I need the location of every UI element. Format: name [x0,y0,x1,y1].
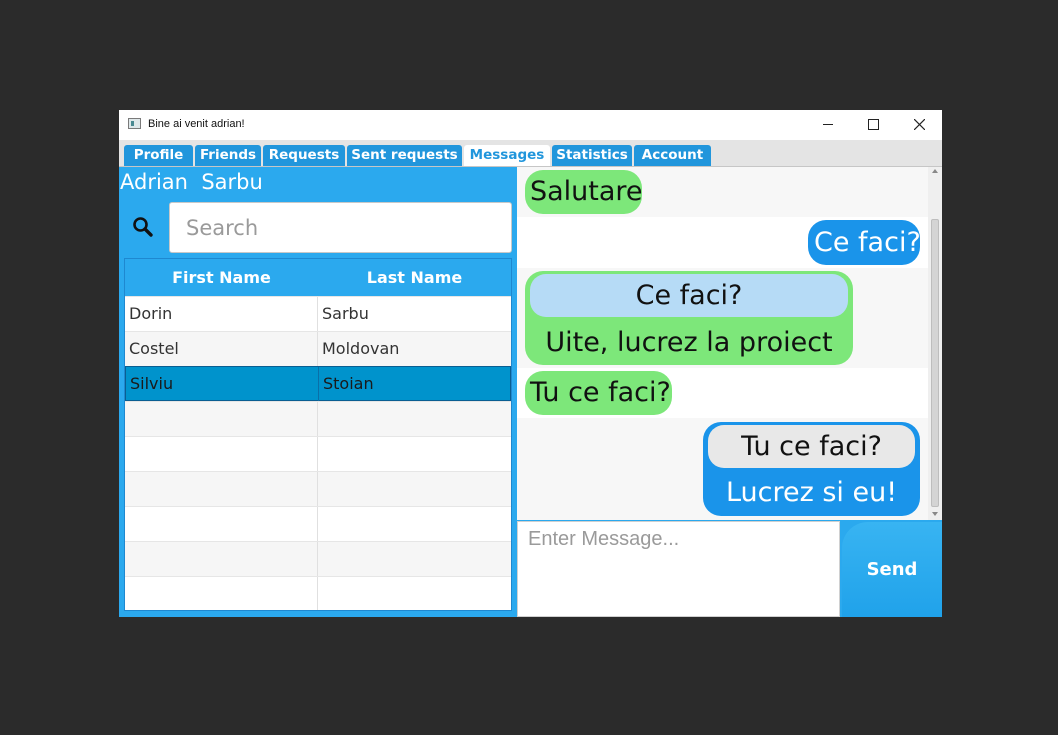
message-row: Ce faci? [517,217,928,268]
composer: Send [517,520,942,617]
tab-account[interactable]: Account [634,145,711,166]
scroll-thumb[interactable] [931,219,939,507]
tab-friends[interactable]: Friends [195,145,261,166]
minimize-button[interactable] [805,110,851,140]
tab-bar: Profile Friends Requests Sent requests M… [119,140,942,167]
tab-profile[interactable]: Profile [124,145,193,166]
chat-scrollbar[interactable] [928,167,942,520]
friends-table: First Name Last Name Dorin Sarbu Costel … [124,258,512,611]
empty-row [125,436,511,471]
cell-last-name: Stoian [318,367,511,401]
message-bubble-outgoing[interactable]: Ce faci? [808,220,921,265]
reply-quote: Tu ce faci? [708,425,915,468]
table-row-selected[interactable]: Silviu Stoian [125,366,511,401]
close-icon [914,119,925,130]
table-header: First Name Last Name [125,259,511,296]
cell-last-name: Moldovan [317,332,511,366]
window-title: Bine ai venit adrian! [148,118,245,130]
cell-last-name: Sarbu [317,297,511,331]
reply-quote: Ce faci? [530,274,848,317]
tab-messages[interactable]: Messages [464,145,550,166]
tab-statistics[interactable]: Statistics [552,145,632,166]
send-button[interactable]: Send [842,522,942,617]
search-icon[interactable] [132,216,156,240]
app-window: Bine ai venit adrian! Profile Friends Re… [119,110,942,617]
column-header-first-name[interactable]: First Name [125,259,318,296]
scroll-down-arrow-icon[interactable] [932,512,938,516]
user-name: Adrian Sarbu [120,170,263,194]
cell-first-name: Costel [129,339,179,358]
message-row: Tu ce faci? Lucrez si eu! [517,418,928,520]
tab-requests[interactable]: Requests [263,145,345,166]
title-bar[interactable]: Bine ai venit adrian! [119,110,942,140]
empty-cell [317,437,511,471]
message-row: Salutare [517,167,928,217]
friends-panel: Adrian Sarbu First Name Last Name Dorin … [119,167,517,617]
empty-cell [317,402,511,436]
scroll-up-arrow-icon[interactable] [932,169,938,173]
message-bubble-incoming[interactable]: Salutare [525,170,643,214]
empty-row [125,401,511,436]
message-input[interactable] [517,521,840,617]
empty-cell [317,577,511,610]
empty-row [125,576,511,610]
message-text: Uite, lucrez la proiect [545,327,833,358]
message-bubble-outgoing-reply[interactable]: Tu ce faci? Lucrez si eu! [703,422,920,516]
maximize-button[interactable] [850,110,896,140]
message-bubble-incoming-reply[interactable]: Ce faci? Uite, lucrez la proiect [525,271,853,365]
empty-row [125,541,511,576]
table-row[interactable]: Dorin Sarbu [125,296,511,331]
cell-first-name: Silviu [130,374,174,393]
empty-row [125,471,511,506]
cell-first-name: Dorin [129,304,173,323]
message-text: Lucrez si eu! [725,477,898,508]
message-list[interactable]: Salutare Ce faci? Ce faci? Uite, lucrez … [517,167,942,520]
column-header-last-name[interactable]: Last Name [318,259,511,296]
message-bubble-incoming[interactable]: Tu ce faci? [525,371,672,415]
table-row[interactable]: Costel Moldovan [125,331,511,366]
empty-cell [317,507,511,541]
empty-cell [317,472,511,506]
search-input[interactable] [169,202,512,253]
empty-cell [317,542,511,576]
close-button[interactable] [896,110,942,140]
app-icon [128,118,141,129]
message-row: Tu ce faci? [517,368,928,418]
message-row: Ce faci? Uite, lucrez la proiect [517,268,928,368]
empty-row [125,506,511,541]
tab-sent-requests[interactable]: Sent requests [347,145,462,166]
